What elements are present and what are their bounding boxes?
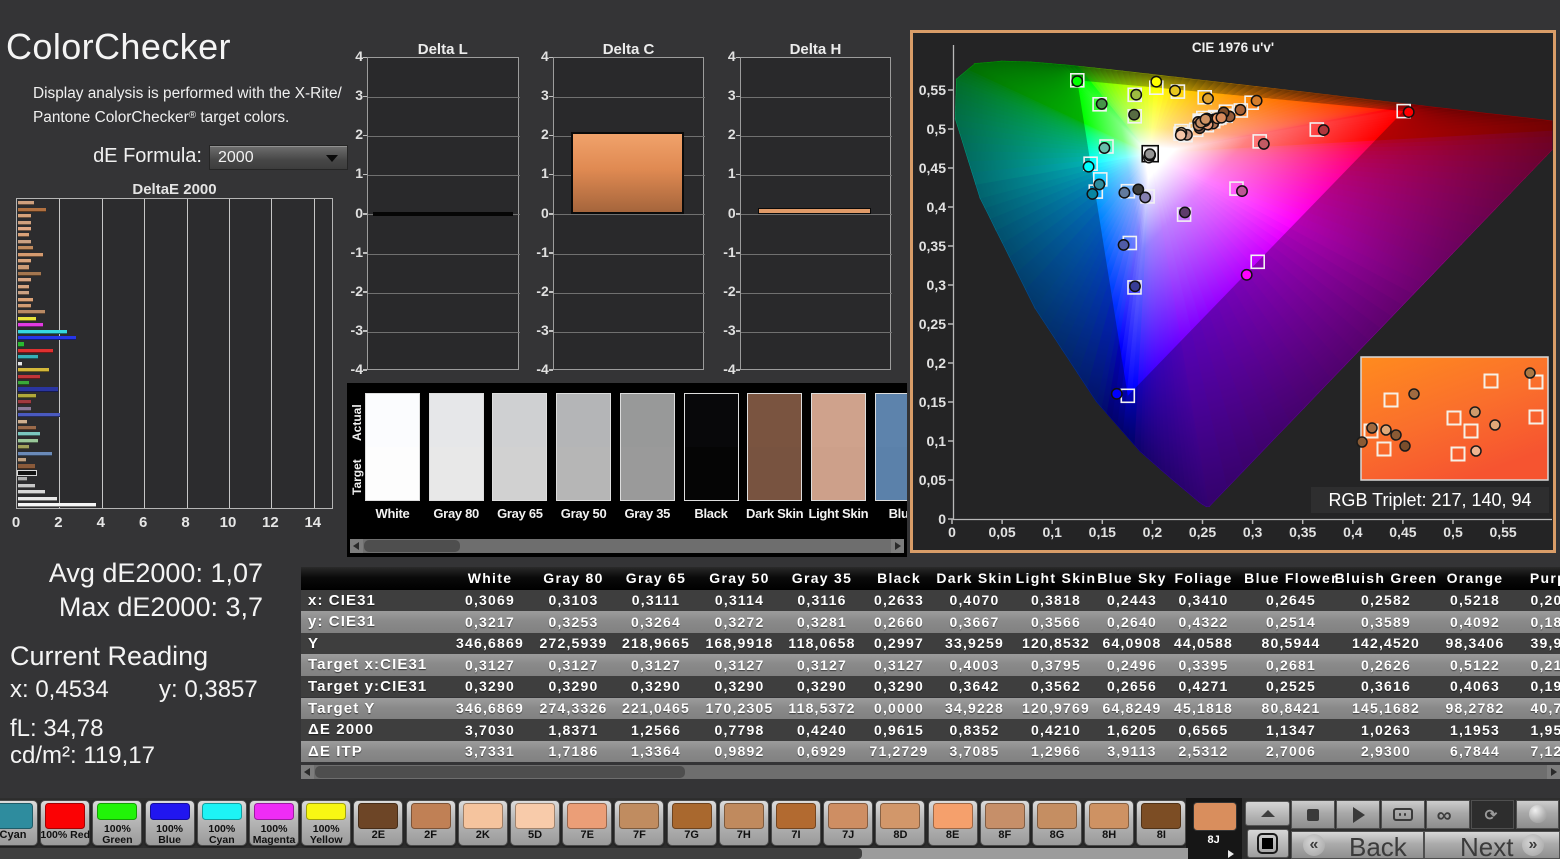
svg-text:0,1: 0,1 [927, 433, 947, 449]
svg-text:0,05: 0,05 [988, 524, 1015, 540]
svg-text:0,25: 0,25 [1189, 524, 1216, 540]
svg-text:CIE 1976 u'v': CIE 1976 u'v' [1192, 40, 1274, 55]
svg-text:0,5: 0,5 [1443, 524, 1463, 540]
svg-text:0,3: 0,3 [1243, 524, 1263, 540]
svg-text:0,35: 0,35 [1289, 524, 1316, 540]
svg-text:0,55: 0,55 [1489, 524, 1516, 540]
svg-text:0,35: 0,35 [919, 238, 946, 254]
svg-text:0,5: 0,5 [927, 121, 947, 137]
svg-text:0,15: 0,15 [1089, 524, 1116, 540]
svg-text:RGB Triplet: 217, 140, 94: RGB Triplet: 217, 140, 94 [1328, 490, 1531, 510]
svg-text:0,3: 0,3 [927, 277, 947, 293]
svg-text:0,05: 0,05 [919, 472, 946, 488]
svg-text:0,1: 0,1 [1042, 524, 1062, 540]
svg-text:0,4: 0,4 [927, 199, 947, 215]
svg-text:0: 0 [938, 511, 946, 527]
svg-text:0,2: 0,2 [1143, 524, 1163, 540]
svg-text:0,55: 0,55 [919, 82, 946, 98]
svg-text:0,25: 0,25 [919, 316, 946, 332]
svg-text:0,2: 0,2 [927, 355, 947, 371]
svg-text:0,15: 0,15 [919, 394, 946, 410]
svg-text:0,4: 0,4 [1343, 524, 1363, 540]
svg-text:0,45: 0,45 [919, 160, 946, 176]
svg-text:0,45: 0,45 [1389, 524, 1416, 540]
svg-text:0: 0 [948, 524, 956, 540]
